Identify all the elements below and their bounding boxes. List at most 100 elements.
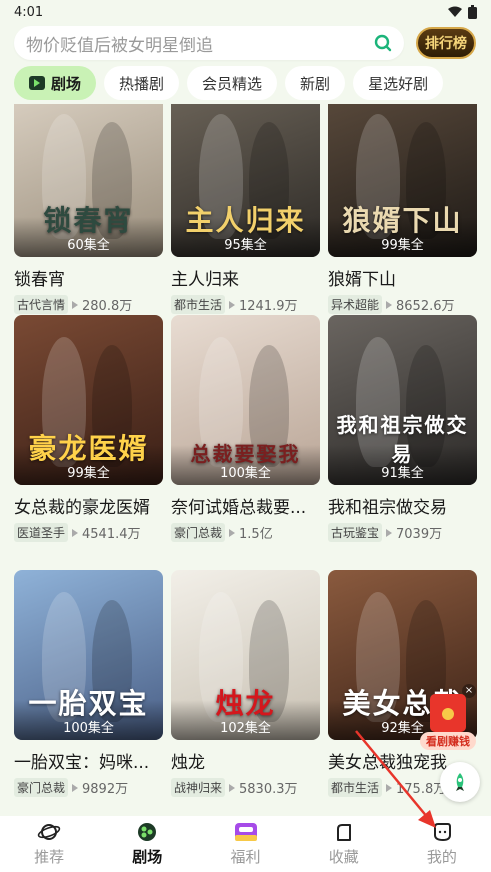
view-count: 8652.6万 (396, 299, 455, 314)
drama-meta: 都市生活 1241.9万 (171, 295, 320, 314)
search-placeholder: 物价贬值后被女明星倒追 (26, 35, 213, 56)
drama-meta: 豪门总裁 9892万 (14, 778, 163, 797)
play-count-icon (72, 300, 79, 309)
drama-poster[interactable]: 主人归来 95集全 (171, 104, 320, 257)
view-count: 175.8万 (396, 782, 447, 797)
drama-card[interactable]: 总裁要娶我 100集全奈何试婚总裁要... 豪门总裁 1.5亿 (171, 315, 320, 542)
drama-card[interactable]: 主人归来 95集全 主人归来 都市生活 1241.9万 (171, 104, 320, 314)
red-packet-widget[interactable]: × 看剧赚钱 (420, 684, 476, 752)
battery-icon (468, 5, 477, 19)
planet-icon (37, 824, 61, 840)
poster-art-title: 我和祖宗做交易 (336, 413, 469, 466)
header: 物价贬值后被女明星倒追 排行榜 (0, 24, 491, 64)
nav-label: 收藏 (328, 848, 359, 866)
gift-icon (234, 823, 257, 841)
drama-title[interactable]: 主人归来 (171, 265, 320, 290)
view-count: 9892万 (82, 782, 129, 797)
view-count: 1.5亿 (239, 527, 273, 542)
poster-art-title: 主人归来 (185, 204, 306, 237)
tab-label: 剧场 (51, 74, 82, 93)
play-count-icon (386, 528, 393, 537)
nav-welfare[interactable]: 福利 (196, 816, 294, 872)
tab-new[interactable]: 新剧 (285, 66, 346, 100)
nav-theater[interactable]: 剧场 (98, 816, 196, 872)
red-envelope-icon (430, 694, 466, 732)
tab-member[interactable]: 会员精选 (187, 66, 278, 100)
episode-count: 100集全 (220, 466, 271, 481)
episode-count: 99集全 (67, 466, 110, 481)
profile-icon (433, 823, 451, 842)
nav-profile[interactable]: 我的 (393, 816, 491, 872)
episode-count: 99集全 (381, 238, 424, 253)
drama-poster[interactable]: 狼婿下山 99集全 (328, 104, 477, 257)
drama-card[interactable]: 狼婿下山 99集全 狼婿下山 异术超能 8652.6万 (328, 104, 477, 314)
poster-art-title: 烛龙 (215, 687, 276, 720)
drama-card[interactable]: 锁春宵 60集全 锁春宵 古代言情 280.8万 (14, 104, 163, 314)
drama-grid: 锁春宵 60集全 锁春宵 古代言情 280.8万 主人归来 95集全 主人归来 都市生活 1241… (14, 104, 477, 816)
drama-poster[interactable]: 烛龙 102集全 (171, 570, 320, 740)
nav-favorites[interactable]: 收藏 (295, 816, 393, 872)
drama-title[interactable]: 锁春宵 (14, 265, 163, 290)
drama-poster[interactable]: 豪龙医婿 99集全 (14, 315, 163, 485)
status-icons (448, 5, 477, 19)
tab-hot[interactable]: 热播剧 (104, 66, 180, 100)
drama-meta: 豪门总裁 1.5亿 (171, 523, 320, 542)
poster-art-title: 一胎双宝 (28, 687, 149, 720)
genre-tag: 都市生活 (171, 295, 226, 314)
play-count-icon (386, 783, 393, 792)
rocket-icon (456, 773, 464, 791)
play-count-icon (229, 528, 236, 537)
view-count: 280.8万 (82, 299, 133, 314)
nav-label: 我的 (426, 848, 457, 866)
play-count-icon (72, 528, 79, 537)
genre-tag: 都市生活 (328, 778, 383, 797)
nav-label: 剧场 (132, 848, 163, 866)
episode-count: 102集全 (220, 721, 271, 736)
genre-tag: 战神归来 (171, 778, 226, 797)
tab-star-picks[interactable]: 星选好剧 (353, 66, 444, 100)
drama-title[interactable]: 烛龙 (171, 748, 320, 773)
drama-card[interactable]: 我和祖宗做交易 91集全 我和祖宗做交易 古玩鉴宝 7039万 (328, 315, 477, 542)
nav-recommend[interactable]: 推荐 (0, 816, 98, 872)
genre-tag: 医道圣手 (14, 523, 69, 542)
episode-count: 60集全 (67, 238, 110, 253)
poster-art-title: 锁春宵 (43, 204, 134, 237)
nav-label: 推荐 (34, 848, 65, 866)
drama-title[interactable]: 女总裁的豪龙医婿 (14, 493, 163, 518)
drama-title[interactable]: 狼婿下山 (328, 265, 477, 290)
drama-meta: 异术超能 8652.6万 (328, 295, 477, 314)
genre-tag: 异术超能 (328, 295, 383, 314)
drama-card[interactable]: 烛龙 102集全 烛龙 战神归来 5830.3万 (171, 570, 320, 797)
red-packet-label: 看剧赚钱 (420, 732, 476, 750)
status-bar: 4:01 (0, 0, 491, 24)
drama-card[interactable]: 豪龙医婿 99集全女总裁的豪龙医婿医道圣手 4541.4万 (14, 315, 163, 542)
bottom-nav: 推荐 剧场 福利 收藏 我的 (0, 816, 491, 872)
drama-title[interactable]: 我和祖宗做交易 (328, 493, 477, 518)
poster-art-title: 狼婿下山 (342, 204, 463, 237)
play-count-icon (386, 300, 393, 309)
ranking-button[interactable]: 排行榜 (416, 27, 476, 59)
search-input[interactable]: 物价贬值后被女明星倒追 (14, 26, 404, 60)
drama-poster[interactable]: 总裁要娶我 100集全 (171, 315, 320, 485)
drama-poster[interactable]: 我和祖宗做交易 91集全 (328, 315, 477, 485)
play-count-icon (229, 300, 236, 309)
rocket-button[interactable] (440, 762, 480, 802)
view-count: 7039万 (396, 527, 443, 542)
drama-poster[interactable]: 锁春宵 60集全 (14, 104, 163, 257)
drama-poster[interactable]: 一胎双宝 100集全 (14, 570, 163, 740)
search-icon[interactable] (374, 34, 392, 52)
category-tabs: 剧场 热播剧 会员精选 新剧 星选好剧 (14, 66, 444, 100)
tab-theater[interactable]: 剧场 (14, 66, 97, 100)
view-count: 4541.4万 (82, 527, 141, 542)
clock: 4:01 (14, 4, 44, 20)
drama-title[interactable]: 一胎双宝：妈咪... (14, 748, 163, 773)
theater-icon (138, 823, 157, 841)
nav-label: 福利 (230, 848, 261, 866)
drama-meta: 古代言情 280.8万 (14, 295, 163, 314)
genre-tag: 古代言情 (14, 295, 69, 314)
drama-title[interactable]: 奈何试婚总裁要... (171, 493, 320, 518)
play-count-icon (229, 783, 236, 792)
drama-card[interactable]: 一胎双宝 100集全一胎双宝：妈咪... 豪门总裁 9892万 (14, 570, 163, 797)
drama-meta: 医道圣手 4541.4万 (14, 523, 163, 542)
theater-tab-icon (29, 76, 45, 90)
